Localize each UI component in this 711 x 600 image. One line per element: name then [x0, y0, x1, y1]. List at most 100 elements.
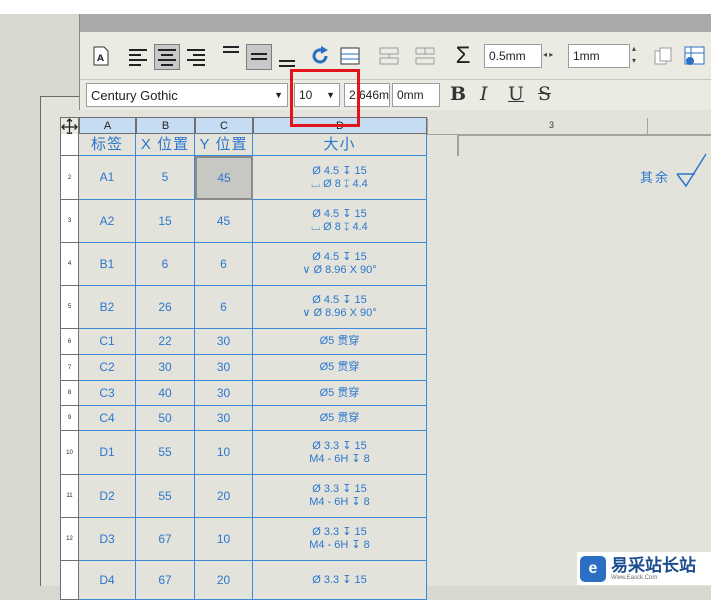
cell-size[interactable]: Ø5 贯穿	[253, 355, 427, 381]
cell-y[interactable]: 30	[195, 329, 253, 355]
row-header[interactable]: 5	[60, 286, 79, 329]
row-header[interactable]: 11	[60, 475, 79, 518]
underline-button[interactable]: U	[508, 83, 524, 105]
cell-y[interactable]: 20	[195, 475, 253, 518]
toolbar-titlebar[interactable]	[80, 14, 711, 32]
cell-x[interactable]: 50	[136, 406, 195, 431]
valign-bottom-icon[interactable]	[276, 48, 298, 70]
cell-x[interactable]: 55	[136, 475, 195, 518]
formatting-toolbar: A Σ 0.5mm ◂ ▸ 1mm ▴ ▾ Century Gothic ▼ 1…	[79, 14, 711, 110]
row-header[interactable]: 2	[60, 156, 79, 200]
cell-y[interactable]: 45	[195, 200, 253, 243]
cell-size[interactable]: Ø 3.3 ↧ 15 M4 - 6H ↧ 8	[253, 518, 427, 561]
cell-tag[interactable]: C3	[79, 381, 136, 406]
cell-tag[interactable]: A2	[79, 200, 136, 243]
cell-tag[interactable]: D4	[79, 561, 136, 600]
row-header[interactable]	[60, 561, 79, 600]
cell-y[interactable]: 30	[195, 406, 253, 431]
cell-y[interactable]: 6	[195, 243, 253, 286]
column-header-b[interactable]: B	[136, 117, 195, 134]
spacing-spinner[interactable]: ▴ ▾	[632, 43, 636, 67]
cell-size[interactable]: Ø5 贯穿	[253, 406, 427, 431]
text-style-icon[interactable]: A	[90, 44, 112, 68]
watermark: e 易采站长站 Www.Easck.Com	[577, 552, 711, 585]
row-header[interactable]: 3	[60, 200, 79, 243]
cell-size[interactable]: Ø 4.5 ↧ 15 ∨ Ø 8.96 X 90°	[253, 243, 427, 286]
cell-y[interactable]: 6	[195, 286, 253, 329]
refresh-icon[interactable]	[308, 44, 332, 68]
align-center-icon[interactable]	[154, 44, 180, 70]
row-header[interactable]: 12	[60, 518, 79, 561]
cell-x[interactable]: 22	[136, 329, 195, 355]
cell-x[interactable]: 6	[136, 243, 195, 286]
cell-tag[interactable]: C4	[79, 406, 136, 431]
cell-tag[interactable]: D2	[79, 475, 136, 518]
cell-y[interactable]: 45	[195, 156, 253, 200]
cell-size[interactable]: Ø5 贯穿	[253, 381, 427, 406]
size-line-1: Ø 3.3 ↧ 15	[312, 483, 367, 495]
cell-size[interactable]: Ø 4.5 ↧ 15 ∨ Ø 8.96 X 90°	[253, 286, 427, 329]
row-header[interactable]: 9	[60, 406, 79, 431]
cell-x[interactable]: 26	[136, 286, 195, 329]
cell-size[interactable]: Ø 4.5 ↧ 15 ⌴ Ø 8 ↧ 4.4	[253, 200, 427, 243]
cell-x-header[interactable]: X 位置	[136, 134, 195, 156]
row-header[interactable]: 10	[60, 431, 79, 475]
cell-tag[interactable]: A1	[79, 156, 136, 200]
cell-y-header[interactable]: Y 位置	[195, 134, 253, 156]
cell-x[interactable]: 40	[136, 381, 195, 406]
cell-y[interactable]: 30	[195, 381, 253, 406]
cell-x[interactable]: 5	[136, 156, 195, 200]
text-offset-field[interactable]: 0mm	[392, 83, 440, 107]
row-header[interactable]	[60, 134, 79, 156]
cell-size[interactable]: Ø 3.3 ↧ 15 M4 - 6H ↧ 8	[253, 431, 427, 475]
valign-top-icon[interactable]	[220, 42, 242, 64]
cell-size[interactable]: Ø 3.3 ↧ 15	[253, 561, 427, 600]
cell-tag[interactable]: C1	[79, 329, 136, 355]
cell-y[interactable]: 10	[195, 518, 253, 561]
cell-tag-header[interactable]: 标签	[79, 134, 136, 156]
align-right-icon[interactable]	[184, 46, 208, 68]
cell-x[interactable]: 67	[136, 518, 195, 561]
row-header[interactable]: 4	[60, 243, 79, 286]
font-name-select[interactable]: Century Gothic ▼	[86, 83, 288, 107]
table-format-icon[interactable]	[682, 44, 708, 68]
cell-tag[interactable]: C2	[79, 355, 136, 381]
watermark-logo-icon: e	[580, 555, 606, 582]
size-line-2: M4 - 6H ↧ 8	[309, 539, 370, 551]
spacing-field[interactable]: 1mm	[568, 44, 630, 68]
insert-row-above-icon[interactable]	[376, 44, 402, 68]
table-properties-icon[interactable]	[338, 44, 362, 68]
cell-size[interactable]: Ø 4.5 ↧ 15 ⌴ Ø 8 ↧ 4.4	[253, 156, 427, 200]
cell-y[interactable]: 30	[195, 355, 253, 381]
align-left-icon[interactable]	[126, 46, 150, 68]
size-line-1: Ø 3.3 ↧ 15	[312, 439, 367, 452]
column-header-a[interactable]: A	[79, 117, 136, 134]
cell-x[interactable]: 15	[136, 200, 195, 243]
strikethrough-button[interactable]: S	[538, 83, 551, 105]
cell-size-header[interactable]: 大小	[253, 134, 427, 156]
cell-x[interactable]: 30	[136, 355, 195, 381]
italic-button[interactable]: I	[480, 83, 488, 105]
cell-tag[interactable]: D1	[79, 431, 136, 475]
cell-tag[interactable]: B1	[79, 243, 136, 286]
copy-format-icon[interactable]	[652, 44, 674, 68]
line-weight-field[interactable]: 0.5mm	[484, 44, 542, 68]
column-header-c[interactable]: C	[195, 117, 253, 134]
cell-y[interactable]: 10	[195, 431, 253, 475]
cell-size[interactable]: Ø5 贯穿	[253, 329, 427, 355]
line-weight-spinner[interactable]: ◂ ▸	[543, 50, 553, 59]
cell-size[interactable]: Ø 3.3 ↧ 15 M4 - 6H ↧ 8	[253, 475, 427, 518]
cell-x[interactable]: 55	[136, 431, 195, 475]
row-header[interactable]: 6	[60, 329, 79, 355]
cell-y[interactable]: 20	[195, 561, 253, 600]
cell-tag[interactable]: B2	[79, 286, 136, 329]
cell-tag[interactable]: D3	[79, 518, 136, 561]
cell-x[interactable]: 67	[136, 561, 195, 600]
size-line-2: M4 - 6H ↧ 8	[309, 496, 370, 508]
insert-row-below-icon[interactable]	[412, 44, 438, 68]
bold-button[interactable]: B	[450, 83, 466, 105]
row-header[interactable]: 7	[60, 355, 79, 381]
valign-middle-icon[interactable]	[246, 44, 272, 70]
row-header[interactable]: 8	[60, 381, 79, 406]
sum-icon[interactable]: Σ	[450, 42, 476, 70]
